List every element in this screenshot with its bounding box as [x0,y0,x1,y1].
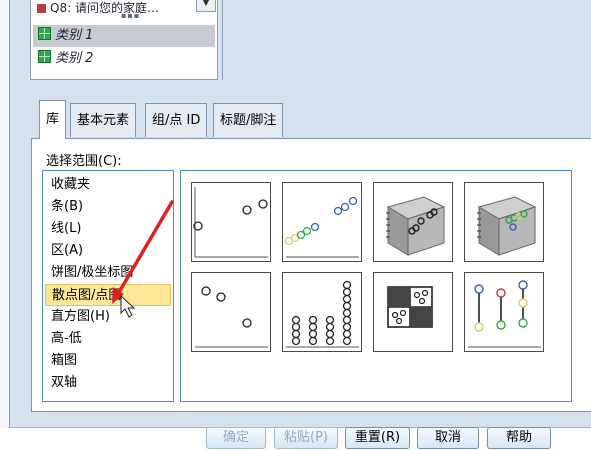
nominal-variable-icon [37,4,46,13]
category-item-1[interactable]: 类别 1 [33,25,215,47]
scroll-down-arrow-icon[interactable]: ▼ [196,0,216,12]
grouped-scatter-icon[interactable] [282,182,362,262]
chart-type-gallery [180,170,572,402]
variable-item-partial[interactable]: Q8: 请问您的家庭… [37,0,159,13]
ok-button[interactable]: 确定 [206,427,266,449]
category-table-icon [38,50,51,63]
chart-builder-dialog: Q8: 请问您的家庭… ▪▪▪ 类别 1 类别 2 ▼ 库 基本元素 组/点 I… [0,0,591,450]
tab-titles-footnotes[interactable]: 标题/脚注 [213,103,284,137]
list-item-high-low[interactable]: 高-低 [45,328,171,350]
summary-point-plot-icon[interactable] [191,272,271,352]
category-label: 类别 2 [55,51,94,66]
window-frame-left [0,0,10,450]
list-item-line[interactable]: 线(L) [45,218,171,240]
divider [222,0,223,80]
scatterplot-matrix-icon[interactable] [373,272,453,352]
list-item-favorites[interactable]: 收藏夹 [45,174,171,196]
tab-gallery[interactable]: 库 [39,100,67,139]
category-table-icon [38,27,51,40]
category-label: 类别 1 [55,28,94,43]
category-item-2[interactable]: 类别 2 [33,48,215,70]
grouped-3d-scatter-icon[interactable] [464,182,544,262]
splitter-grip-icon[interactable]: ▪▪▪ [121,11,140,20]
tab-basic-elements[interactable]: 基本元素 [70,103,137,137]
help-button[interactable]: 帮助 [487,427,551,449]
reset-button[interactable]: 重置(R) [345,427,410,449]
simple-3d-scatter-icon[interactable] [373,182,453,262]
simple-scatter-icon[interactable] [191,182,271,262]
list-item-dual-axes[interactable]: 双轴 [45,372,171,394]
list-item-area[interactable]: 区(A) [45,240,171,262]
cancel-button[interactable]: 取消 [417,427,479,449]
simple-dot-plot-icon[interactable] [282,272,362,352]
list-item-pie-polar[interactable]: 饼图/极坐标图 [45,262,171,284]
list-item-histogram[interactable]: 直方图(H) [45,306,171,328]
list-item-scatter-dot[interactable]: 散点图/点图 [45,284,171,306]
list-item-bar[interactable]: 条(B) [45,196,171,218]
list-item-boxplot[interactable]: 箱图 [45,350,171,372]
drop-line-icon[interactable] [464,272,544,352]
choose-from-list[interactable]: 收藏夹 条(B) 线(L) 区(A) 饼图/极坐标图 散点图/点图 直方图(H)… [42,170,174,402]
tab-group-point-id[interactable]: 组/点 ID [145,103,208,137]
choose-from-label: 选择范围(C): [46,154,122,169]
variables-list[interactable]: Q8: 请问您的家庭… ▪▪▪ 类别 1 类别 2 [30,0,218,80]
variable-item-label: Q8: 请问您的家庭… [50,1,159,13]
paste-button[interactable]: 粘贴(P) [274,427,338,449]
